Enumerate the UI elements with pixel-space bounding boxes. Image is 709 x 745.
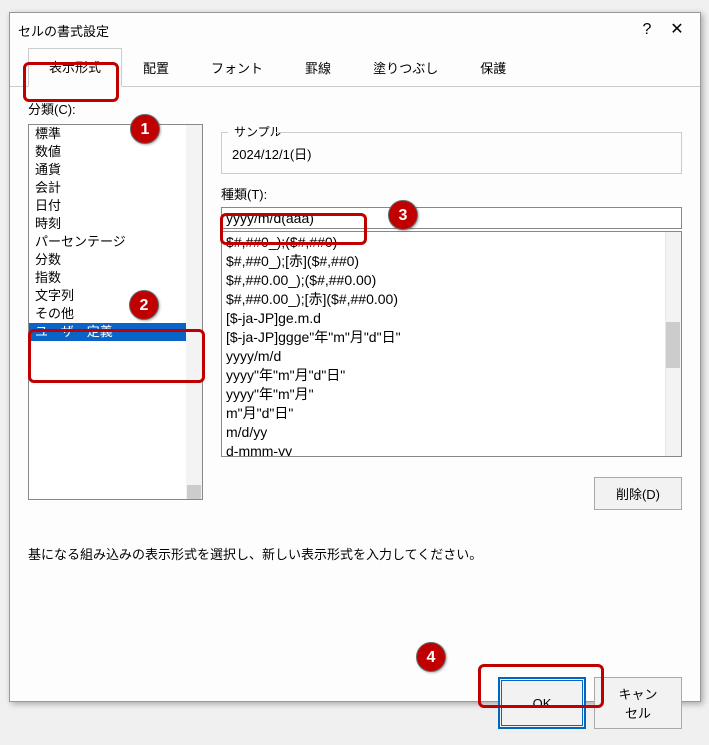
sample-box: サンプル 2024/12/1(日)	[221, 132, 682, 174]
tab-fill[interactable]: 塗りつぶし	[352, 48, 459, 87]
format-cells-dialog: セルの書式設定 ? ✕ 表示形式 配置 フォント 罫線 塗りつぶし 保護 分類(…	[9, 12, 701, 702]
category-list[interactable]: 標準 数値 通貨 会計 日付 時刻 パーセンテージ 分数 指数 文字列 その他 …	[28, 124, 203, 500]
category-item-custom[interactable]: ユーザー定義	[29, 323, 187, 341]
category-item[interactable]: 数値	[29, 143, 187, 161]
annotation-badge-3: 3	[388, 200, 418, 230]
format-item[interactable]: yyyy"年"m"月"	[224, 385, 679, 404]
help-button[interactable]: ?	[632, 17, 662, 43]
category-label: 分類(C):	[28, 99, 682, 118]
annotation-badge-1: 1	[130, 114, 160, 144]
hint-text: 基になる組み込みの表示形式を選択し、新しい表示形式を入力してください。	[28, 544, 682, 563]
format-item[interactable]: $#,##0_);($#,##0)	[224, 233, 679, 252]
scrollbar-vertical[interactable]	[665, 232, 681, 456]
type-input[interactable]	[221, 207, 682, 229]
scrollbar-thumb[interactable]	[187, 485, 201, 499]
dialog-content: 分類(C): 標準 数値 通貨 会計 日付 時刻 パーセンテージ 分数 指数 文…	[10, 87, 700, 575]
format-item[interactable]: yyyy/m/d	[224, 347, 679, 366]
category-item[interactable]: 会計	[29, 179, 187, 197]
sample-value: 2024/12/1(日)	[232, 147, 312, 162]
format-item[interactable]: d-mmm-yy	[224, 442, 679, 457]
format-item[interactable]: yyyy"年"m"月"d"日"	[224, 366, 679, 385]
type-label: 種類(T):	[221, 184, 682, 203]
tab-border[interactable]: 罫線	[284, 48, 352, 87]
format-item[interactable]: $#,##0.00_);[赤]($#,##0.00)	[224, 290, 679, 309]
category-item[interactable]: 日付	[29, 197, 187, 215]
dialog-buttons: OK キャンセル	[10, 677, 700, 745]
close-button[interactable]: ✕	[662, 17, 692, 43]
tab-bar: 表示形式 配置 フォント 罫線 塗りつぶし 保護	[10, 45, 700, 87]
category-item[interactable]: パーセンテージ	[29, 233, 187, 251]
category-item[interactable]: 通貨	[29, 161, 187, 179]
category-item[interactable]: その他	[29, 305, 187, 323]
cancel-button[interactable]: キャンセル	[594, 677, 682, 729]
titlebar: セルの書式設定 ? ✕	[10, 13, 700, 45]
delete-button[interactable]: 削除(D)	[594, 477, 682, 510]
format-item[interactable]: [$-ja-JP]ge.m.d	[224, 309, 679, 328]
tab-alignment[interactable]: 配置	[122, 48, 190, 87]
format-item[interactable]: $#,##0.00_);($#,##0.00)	[224, 271, 679, 290]
sample-legend: サンプル	[230, 123, 286, 140]
right-pane: サンプル 2024/12/1(日) 種類(T): $#,##0_);($#,##…	[221, 124, 682, 510]
category-item[interactable]: 文字列	[29, 287, 187, 305]
format-item[interactable]: m/d/yy	[224, 423, 679, 442]
tab-protection[interactable]: 保護	[459, 48, 527, 87]
tab-font[interactable]: フォント	[190, 48, 284, 87]
format-list[interactable]: $#,##0_);($#,##0) $#,##0_);[赤]($#,##0) $…	[221, 231, 682, 457]
scrollbar-vertical[interactable]	[186, 125, 202, 499]
dialog-title: セルの書式設定	[18, 21, 632, 40]
category-item[interactable]: 時刻	[29, 215, 187, 233]
format-item[interactable]: $#,##0_);[赤]($#,##0)	[224, 252, 679, 271]
tab-number-format[interactable]: 表示形式	[28, 48, 122, 87]
category-item[interactable]: 分数	[29, 251, 187, 269]
main-layout: 標準 数値 通貨 会計 日付 時刻 パーセンテージ 分数 指数 文字列 その他 …	[28, 124, 682, 510]
delete-row: 削除(D)	[221, 477, 682, 510]
ok-button[interactable]: OK	[498, 677, 586, 729]
format-item[interactable]: m"月"d"日"	[224, 404, 679, 423]
category-item[interactable]: 指数	[29, 269, 187, 287]
scrollbar-thumb[interactable]	[666, 322, 680, 368]
annotation-badge-4: 4	[416, 642, 446, 672]
annotation-badge-2: 2	[129, 290, 159, 320]
format-item[interactable]: [$-ja-JP]ggge"年"m"月"d"日"	[224, 328, 679, 347]
category-item[interactable]: 標準	[29, 125, 187, 143]
